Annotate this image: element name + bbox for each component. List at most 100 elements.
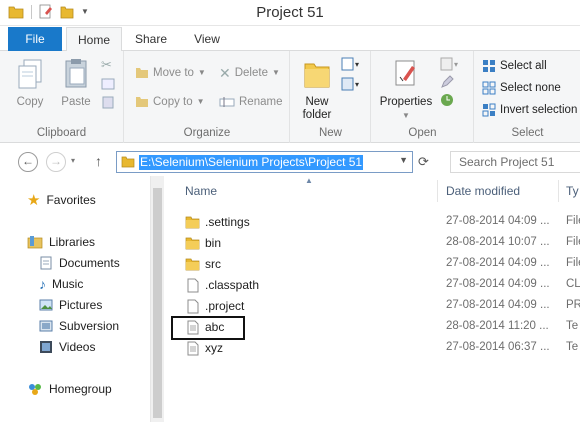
file-name: .classpath (205, 278, 260, 292)
move-to-icon (136, 68, 148, 78)
videos-icon (40, 341, 52, 353)
clipboard-group: Copy Paste ✂ Clipboard (0, 51, 124, 143)
move-to-label: Move to (153, 67, 194, 79)
properties-large-icon (395, 60, 415, 86)
invert-selection-button[interactable]: Invert selection (482, 100, 577, 120)
file-type: CL (566, 278, 580, 290)
clipboard-group-label: Clipboard (36, 127, 87, 139)
copy-button[interactable]: Copy (12, 57, 48, 109)
rename-label: Rename (239, 96, 283, 108)
properties-dropdown-icon[interactable]: ▼ (402, 111, 410, 120)
nav-item-documents[interactable]: Documents (39, 254, 120, 272)
column-header-name[interactable]: Name (185, 184, 217, 198)
nav-item-music[interactable]: ♪ Music (39, 275, 83, 293)
file-date: 27-08-2014 04:09 ... (446, 257, 550, 269)
paste-icon (65, 59, 87, 88)
tab-share[interactable]: Share (126, 27, 176, 51)
star-icon: ★ (27, 192, 41, 209)
file-type: PR (566, 299, 580, 311)
address-folder-icon (121, 156, 135, 168)
address-bar[interactable]: E:\Selenium\Selenium Projects\Project 51… (116, 151, 413, 173)
file-type: File (566, 215, 580, 227)
svg-text:▾: ▾ (454, 60, 458, 69)
file-row[interactable]: .settings 27-08-2014 04:09 ... File (165, 212, 580, 233)
nav-item-subversion-label: Subversion (59, 319, 120, 333)
recent-locations-chevron-icon[interactable]: ▾ (71, 156, 75, 165)
easy-access-icon[interactable]: ▾ (341, 77, 363, 91)
column-header-type[interactable]: Ty (566, 184, 579, 198)
paste-shortcut-icon[interactable] (101, 95, 115, 109)
svg-text:▾: ▾ (355, 60, 359, 69)
file-row[interactable]: bin 28-08-2014 10:07 ... File (165, 233, 580, 254)
file-type: File (566, 236, 580, 248)
nav-item-pictures[interactable]: Pictures (39, 296, 102, 314)
tab-file[interactable]: File (8, 27, 62, 51)
file-row[interactable]: .project 27-08-2014 04:09 ... PR (165, 296, 580, 317)
invert-selection-icon (482, 103, 496, 117)
move-to-button[interactable]: Move to ▼ (135, 63, 206, 83)
copy-path-icon[interactable] (101, 77, 115, 91)
back-button[interactable]: ← (18, 152, 38, 172)
paste-label: Paste (61, 96, 91, 108)
file-row[interactable]: xyz 27-08-2014 06:37 ... Te (165, 338, 580, 359)
file-type: Te (566, 320, 579, 332)
open-icon[interactable]: ▾ (440, 57, 462, 71)
address-path-text[interactable]: E:\Selenium\Selenium Projects\Project 51 (139, 155, 364, 170)
copy-to-button[interactable]: Copy to ▼ (135, 92, 205, 112)
forward-arrow-icon: → (50, 154, 62, 168)
select-none-icon (482, 81, 496, 95)
ribbon: Copy Paste ✂ Clipboard Move to ▼ Copy to ▼… (0, 51, 580, 143)
navigation-pane: ★ Favorites Libraries Documents ♪ Music … (0, 176, 150, 422)
folder-icon (185, 216, 200, 229)
file-type: File (566, 257, 580, 269)
tab-home[interactable]: Home (66, 27, 122, 52)
forward-button[interactable]: → (46, 152, 66, 172)
cut-icon[interactable]: ✂ (101, 57, 115, 73)
column-divider[interactable] (437, 180, 438, 202)
tab-view[interactable]: View (182, 27, 232, 51)
nav-item-documents-label: Documents (59, 256, 120, 270)
nav-pane-scrollbar[interactable] (150, 176, 164, 422)
edit-icon[interactable] (440, 75, 454, 89)
nav-item-homegroup-label: Homegroup (49, 382, 112, 396)
address-dropdown-icon[interactable]: ▼ (399, 155, 408, 165)
new-folder-button[interactable]: New folder (297, 57, 337, 122)
folder-icon (185, 258, 200, 271)
open-group: Properties ▼ ▾ Open (372, 51, 474, 143)
properties-button[interactable]: Properties ▼ (378, 57, 434, 121)
file-date: 27-08-2014 04:09 ... (446, 215, 550, 227)
nav-item-videos[interactable]: Videos (39, 338, 95, 356)
nav-item-subversion[interactable]: Subversion (39, 317, 119, 335)
select-none-button[interactable]: Select none (482, 78, 561, 98)
window-title: Project 51 (256, 4, 324, 21)
select-all-label: Select all (500, 60, 547, 72)
column-header-date-modified[interactable]: Date modified (446, 184, 520, 198)
column-divider[interactable] (558, 180, 559, 202)
refresh-icon[interactable]: ⟳ (418, 154, 429, 170)
svg-text:▾: ▾ (355, 80, 359, 89)
file-type: Te (566, 341, 579, 353)
file-row[interactable]: src 27-08-2014 04:09 ... File (165, 254, 580, 275)
title-bar: ▼ Project 51 (0, 0, 580, 26)
nav-item-libraries[interactable]: Libraries (27, 233, 95, 251)
search-input[interactable]: Search Project 51 (450, 151, 580, 173)
nav-item-favorites[interactable]: ★ Favorites (27, 191, 96, 209)
new-item-icon[interactable]: ▾ (341, 57, 363, 71)
paste-button[interactable]: Paste (56, 57, 96, 109)
new-folder-large-icon (304, 63, 330, 88)
select-all-button[interactable]: Select all (482, 56, 547, 76)
copy-label: Copy (16, 96, 44, 108)
rename-button[interactable]: Rename (219, 92, 282, 112)
nav-pane-scrollbar-thumb[interactable] (153, 188, 162, 418)
nav-item-homegroup[interactable]: Homegroup (27, 380, 112, 398)
delete-button[interactable]: ✕ Delete ▼ (219, 63, 280, 83)
file-date: 27-08-2014 06:37 ... (446, 341, 550, 353)
invert-selection-label: Invert selection (500, 104, 578, 116)
up-arrow-icon[interactable]: ↑ (95, 153, 102, 169)
file-row[interactable]: .classpath 27-08-2014 04:09 ... CL (165, 275, 580, 296)
copy-to-icon (136, 97, 148, 107)
select-all-icon (483, 60, 495, 72)
copy-to-label: Copy to (153, 96, 193, 108)
file-date: 28-08-2014 10:07 ... (446, 236, 550, 248)
history-icon[interactable] (440, 93, 454, 107)
